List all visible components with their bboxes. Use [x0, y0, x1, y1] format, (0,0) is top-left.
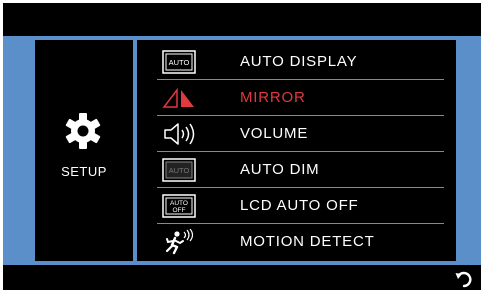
menu-item-auto-dim[interactable]: AUTO AUTO DIM: [137, 152, 456, 188]
auto-dim-icon: AUTO: [162, 158, 196, 182]
menu-label-auto-dim: AUTO DIM: [240, 161, 320, 178]
menu-item-auto-display[interactable]: AUTO AUTO DISPLAY: [137, 44, 456, 80]
menu-label-mirror: MIRROR: [240, 89, 306, 106]
menu-item-motion-detect[interactable]: MOTION DETECT: [137, 224, 456, 260]
gear-icon: [65, 113, 101, 149]
svg-text:AUTO: AUTO: [169, 166, 190, 175]
menu-item-mirror[interactable]: MIRROR: [137, 80, 456, 116]
menu-item-volume[interactable]: VOLUME: [137, 116, 456, 152]
auto-badge-icon: AUTO: [162, 50, 196, 74]
setup-label: SETUP: [61, 164, 107, 179]
menu-label-lcd-auto-off: LCD AUTO OFF: [240, 197, 359, 214]
menu-label-motion-detect: MOTION DETECT: [240, 233, 375, 250]
speaker-icon: [164, 123, 195, 145]
menu-label-auto-display: AUTO DISPLAY: [240, 53, 358, 70]
menu-label-volume: VOLUME: [240, 125, 309, 142]
svg-text:AUTO: AUTO: [169, 58, 190, 67]
mirror-icon: [162, 87, 194, 108]
screen: SETUP AUTO AUTO DISPLAY MIRROR VOLUME AU…: [3, 3, 481, 290]
motion-detect-icon: [165, 229, 194, 255]
svg-text:AUTO: AUTO: [170, 200, 188, 207]
auto-off-icon: AUTO OFF: [162, 194, 196, 218]
menu-list: AUTO AUTO DISPLAY MIRROR VOLUME AUTO AUT…: [137, 40, 456, 261]
svg-text:OFF: OFF: [173, 207, 186, 214]
setup-panel: SETUP: [35, 40, 133, 261]
back-arrow-icon[interactable]: [455, 270, 473, 288]
menu-item-lcd-auto-off[interactable]: AUTO OFF LCD AUTO OFF: [137, 188, 456, 224]
